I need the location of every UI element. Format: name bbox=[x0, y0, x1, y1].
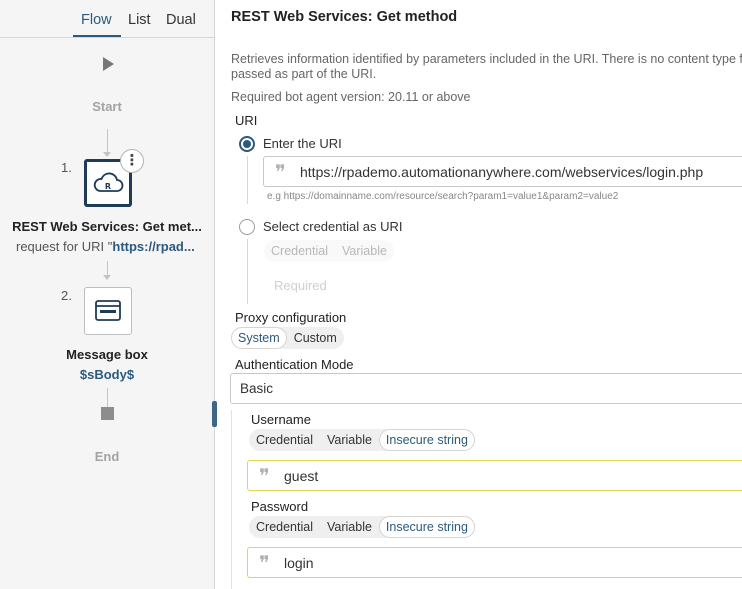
end-icon bbox=[101, 407, 114, 420]
auth-mode-select[interactable]: Basic bbox=[230, 373, 742, 404]
username-tab-credential[interactable]: Credential bbox=[249, 429, 320, 451]
proxy-option-system[interactable]: System bbox=[231, 327, 287, 349]
password-input-value: login bbox=[284, 555, 314, 571]
step-number: 1. bbox=[61, 160, 72, 175]
message-box-icon bbox=[95, 300, 121, 321]
password-type-tabs: Credential Variable Insecure string bbox=[249, 516, 475, 538]
proxy-label: Proxy configuration bbox=[235, 310, 347, 325]
step-number: 2. bbox=[61, 288, 72, 303]
connector-arrow bbox=[103, 275, 111, 280]
auth-mode-label: Authentication Mode bbox=[235, 357, 354, 372]
connector-arrow bbox=[103, 152, 111, 157]
panel-title: REST Web Services: Get method bbox=[231, 9, 458, 25]
start-label: Start bbox=[92, 99, 122, 114]
username-type-tabs: Credential Variable Insecure string bbox=[249, 429, 475, 451]
radio-enter-uri-label: Enter the URI bbox=[263, 136, 342, 151]
uri-input[interactable]: ❞ https://rpademo.automationanywhere.com… bbox=[263, 156, 742, 187]
uri-tab-variable: Variable bbox=[341, 244, 387, 258]
password-tab-credential[interactable]: Credential bbox=[249, 516, 320, 538]
action-description: Retrieves information identified by para… bbox=[231, 52, 742, 81]
node-variable: $sBody$ bbox=[79, 367, 135, 382]
uri-tab-credential: Credential bbox=[271, 244, 328, 258]
connector-line bbox=[107, 129, 108, 154]
option-guide-line bbox=[247, 239, 248, 304]
view-tabs: Flow List Dual bbox=[0, 0, 214, 38]
tab-list[interactable]: List bbox=[128, 12, 151, 28]
play-icon[interactable] bbox=[103, 57, 114, 71]
auth-mode-value: Basic bbox=[240, 381, 274, 396]
properties-panel: REST Web Services: Get method Retrieves … bbox=[216, 0, 742, 589]
node-subtitle-link: https://rpad... bbox=[112, 239, 195, 254]
node-message-box[interactable] bbox=[84, 287, 132, 335]
node-subtitle: request for URI "https://rpad... bbox=[16, 239, 195, 254]
end-label: End bbox=[94, 449, 120, 464]
uri-input-value: https://rpademo.automationanywhere.com/w… bbox=[300, 164, 704, 180]
proxy-toggle: System Custom bbox=[231, 327, 344, 349]
quote-icon: ❞ bbox=[259, 551, 270, 575]
uri-credential-placeholder: Required bbox=[274, 278, 327, 293]
active-tab-indicator bbox=[73, 35, 121, 37]
tab-flow[interactable]: Flow bbox=[81, 12, 112, 28]
uri-credential-tabs: Credential Variable bbox=[264, 240, 394, 262]
tab-dual[interactable]: Dual bbox=[166, 12, 196, 28]
node-title: REST Web Services: Get met... bbox=[12, 219, 202, 234]
password-input[interactable]: ❞ login bbox=[247, 547, 742, 578]
username-tab-insecure-string[interactable]: Insecure string bbox=[378, 429, 475, 451]
radio-enter-uri[interactable] bbox=[239, 136, 255, 152]
connector-line bbox=[107, 388, 108, 408]
quote-icon: ❞ bbox=[275, 160, 286, 184]
proxy-option-custom[interactable]: Custom bbox=[287, 327, 344, 349]
username-label: Username bbox=[251, 412, 311, 427]
flow-panel: Flow List Dual Start 1. R ⋮ REST Web Ser… bbox=[0, 0, 215, 589]
password-label: Password bbox=[251, 499, 309, 514]
password-tab-variable[interactable]: Variable bbox=[320, 516, 379, 538]
uri-label: URI bbox=[235, 113, 258, 128]
username-tab-variable[interactable]: Variable bbox=[320, 429, 379, 451]
username-input-value: guest bbox=[284, 468, 319, 484]
option-guide-line bbox=[247, 156, 248, 204]
quote-icon: ❞ bbox=[259, 464, 270, 488]
required-version: Required bot agent version: 20.11 or abo… bbox=[231, 90, 471, 104]
username-input[interactable]: ❞ guest bbox=[247, 460, 742, 491]
node-title: Message box bbox=[66, 347, 148, 362]
radio-credential-uri-label: Select credential as URI bbox=[263, 219, 403, 234]
password-tab-insecure-string[interactable]: Insecure string bbox=[378, 516, 475, 538]
node-more-menu-icon[interactable]: ⋮ bbox=[120, 149, 144, 173]
uri-hint: e.g https://domainname.com/resource/sear… bbox=[267, 191, 619, 202]
radio-credential-uri[interactable] bbox=[239, 219, 255, 235]
svg-text:R: R bbox=[105, 182, 111, 191]
